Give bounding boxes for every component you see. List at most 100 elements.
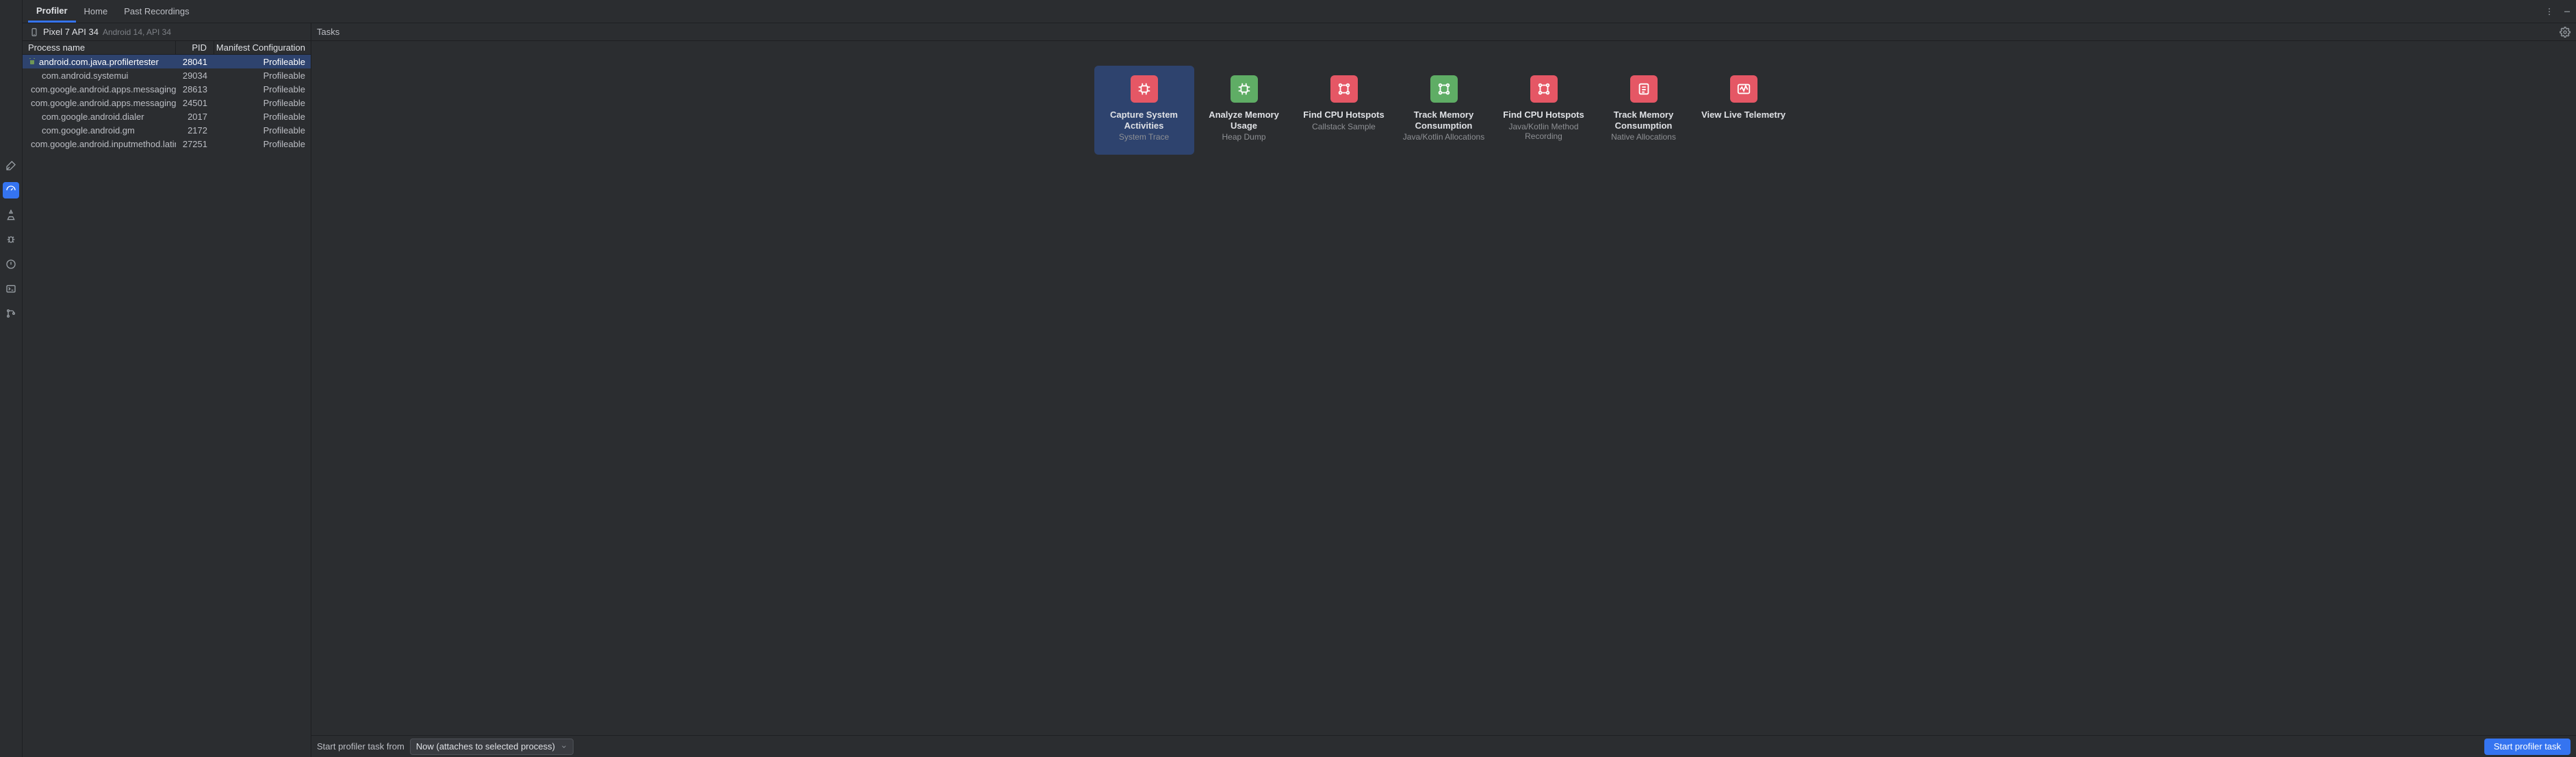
task-card[interactable]: View Live Telemetry: [1694, 66, 1794, 155]
process-pid-cell: 28041: [176, 57, 214, 67]
process-row[interactable]: com.google.android.apps.messaging28613Pr…: [23, 82, 311, 96]
process-name-cell: com.google.android.gm: [23, 125, 176, 136]
task-subtitle: Java/Kotlin Allocations: [1399, 132, 1489, 142]
process-table: Process name PID Manifest Configuration …: [23, 41, 311, 757]
process-name-cell: com.google.android.inputmethod.latin: [23, 139, 176, 149]
task-subtitle: Native Allocations: [1607, 132, 1680, 142]
process-manifest-cell: Profileable: [214, 84, 311, 94]
tab-profiler[interactable]: Profiler: [28, 0, 76, 23]
tasks-header-title: Tasks: [317, 27, 339, 37]
bug-tool-icon[interactable]: [3, 231, 19, 248]
process-manifest-cell: Profileable: [214, 112, 311, 122]
device-phone-icon: [29, 27, 39, 37]
cpu-icon: [1231, 75, 1258, 103]
process-manifest-cell: Profileable: [214, 98, 311, 108]
task-subtitle: System Trace: [1115, 132, 1173, 142]
task-card[interactable]: Find CPU Hotspots Java/Kotlin Method Reco…: [1494, 66, 1594, 155]
sample-icon: [1430, 75, 1458, 103]
tasks-panel: Tasks Capture System ActivitiesSystem Tr…: [311, 23, 2576, 757]
process-pid-cell: 2017: [176, 112, 214, 122]
tabstrip-more-icon[interactable]: [2540, 0, 2558, 23]
terminal-tool-icon[interactable]: [3, 281, 19, 297]
android-app-icon: [28, 57, 36, 66]
task-card[interactable]: Analyze Memory UsageHeap Dump: [1194, 66, 1294, 155]
problems-tool-icon[interactable]: [3, 256, 19, 272]
main-column: Profiler Home Past Recordings Pixel 7 AP…: [23, 0, 2576, 757]
task-grid: Capture System ActivitiesSystem TraceAna…: [311, 41, 2576, 735]
process-table-header: Process name PID Manifest Configuration: [23, 41, 311, 55]
task-title: Analyze Memory Usage: [1194, 110, 1294, 131]
col-header-process-name[interactable]: Process name: [23, 41, 176, 54]
task-title: Capture System Activities: [1094, 110, 1194, 131]
process-row[interactable]: com.google.android.apps.messaging…24501P…: [23, 96, 311, 110]
chevron-down-icon: [561, 743, 567, 750]
tasks-header: Tasks: [311, 23, 2576, 41]
sample-icon: [1330, 75, 1358, 103]
task-card[interactable]: Find CPU Hotspots Callstack Sample: [1294, 66, 1394, 155]
process-row[interactable]: com.android.systemui 29034Profileable: [23, 68, 311, 82]
process-name-text: com.android.systemui: [42, 70, 128, 81]
process-name-cell: com.android.systemui: [23, 70, 176, 81]
sample-icon: [1530, 75, 1558, 103]
process-name-cell: com.google.android.dialer: [23, 112, 176, 122]
process-name-text: com.google.android.gm: [42, 125, 135, 136]
footer-label: Start profiler task from: [317, 741, 404, 752]
process-pid-cell: 27251: [176, 139, 214, 149]
process-row[interactable]: android.com.java.profilertester 28041Prof…: [23, 55, 311, 68]
col-header-manifest[interactable]: Manifest Configuration: [214, 42, 311, 53]
task-subtitle: Java/Kotlin Method Recording: [1494, 122, 1594, 142]
device-name: Pixel 7 API 34: [43, 27, 99, 37]
list-icon: [1630, 75, 1658, 103]
profiler-tool-icon[interactable]: [3, 182, 19, 198]
process-row[interactable]: com.google.android.gm 2172Profileable: [23, 123, 311, 137]
process-pid-cell: 28613: [176, 84, 214, 94]
task-title: Find CPU Hotspots: [1299, 110, 1388, 120]
process-pid-cell: 24501: [176, 98, 214, 108]
task-subtitle: Heap Dump: [1218, 132, 1270, 142]
process-pid-cell: 2172: [176, 125, 214, 136]
task-title: View Live Telemetry: [1697, 110, 1790, 120]
process-name-cell: com.google.android.apps.messaging…: [23, 98, 176, 108]
start-from-combo[interactable]: Now (attaches to selected process): [410, 739, 574, 755]
task-title: Track Memory Consumption: [1394, 110, 1494, 131]
process-name-text: com.google.android.apps.messaging: [31, 84, 176, 94]
tabstrip-minimize-icon[interactable]: [2558, 0, 2576, 23]
tasks-footer: Start profiler task from Now (attaches t…: [311, 735, 2576, 757]
device-subtitle: Android 14, API 34: [103, 27, 171, 37]
profiler-tabstrip: Profiler Home Past Recordings: [23, 0, 2576, 23]
design-tool-icon[interactable]: [3, 157, 19, 174]
tool-icon-rail: [0, 0, 23, 757]
tab-home[interactable]: Home: [76, 0, 116, 23]
workspace: Pixel 7 API 34 Android 14, API 34 Proces…: [23, 23, 2576, 757]
cpu-icon: [1131, 75, 1158, 103]
process-name-text: android.com.java.profilertester: [39, 57, 159, 67]
database-tool-icon[interactable]: [3, 207, 19, 223]
tab-past-recordings[interactable]: Past Recordings: [116, 0, 197, 23]
task-title: Find CPU Hotspots: [1499, 110, 1588, 120]
device-row[interactable]: Pixel 7 API 34 Android 14, API 34: [23, 23, 311, 41]
task-card[interactable]: Track Memory ConsumptionNative Allocatio…: [1594, 66, 1694, 155]
col-header-pid[interactable]: PID: [176, 41, 214, 54]
process-name-cell: com.google.android.apps.messaging: [23, 84, 176, 94]
process-name-text: com.google.android.apps.messaging…: [31, 98, 176, 108]
start-profiler-task-button[interactable]: Start profiler task: [2484, 739, 2571, 755]
task-card[interactable]: Capture System ActivitiesSystem Trace: [1094, 66, 1194, 155]
combo-value: Now (attaches to selected process): [416, 741, 555, 752]
device-process-panel: Pixel 7 API 34 Android 14, API 34 Proces…: [23, 23, 311, 757]
process-pid-cell: 29034: [176, 70, 214, 81]
pulse-icon: [1730, 75, 1757, 103]
vcs-tool-icon[interactable]: [3, 305, 19, 322]
process-row[interactable]: com.google.android.dialer 2017Profileable: [23, 110, 311, 123]
task-title: Track Memory Consumption: [1594, 110, 1694, 131]
tasks-settings-icon[interactable]: [2560, 27, 2571, 38]
process-manifest-cell: Profileable: [214, 125, 311, 136]
process-manifest-cell: Profileable: [214, 70, 311, 81]
process-name-text: com.google.android.dialer: [42, 112, 144, 122]
process-name-text: com.google.android.inputmethod.latin: [31, 139, 176, 149]
task-subtitle: Callstack Sample: [1308, 122, 1380, 131]
process-row[interactable]: com.google.android.inputmethod.latin2725…: [23, 137, 311, 151]
process-manifest-cell: Profileable: [214, 57, 311, 67]
process-manifest-cell: Profileable: [214, 139, 311, 149]
task-card[interactable]: Track Memory ConsumptionJava/Kotlin Allo…: [1394, 66, 1494, 155]
process-name-cell: android.com.java.profilertester: [23, 57, 176, 67]
